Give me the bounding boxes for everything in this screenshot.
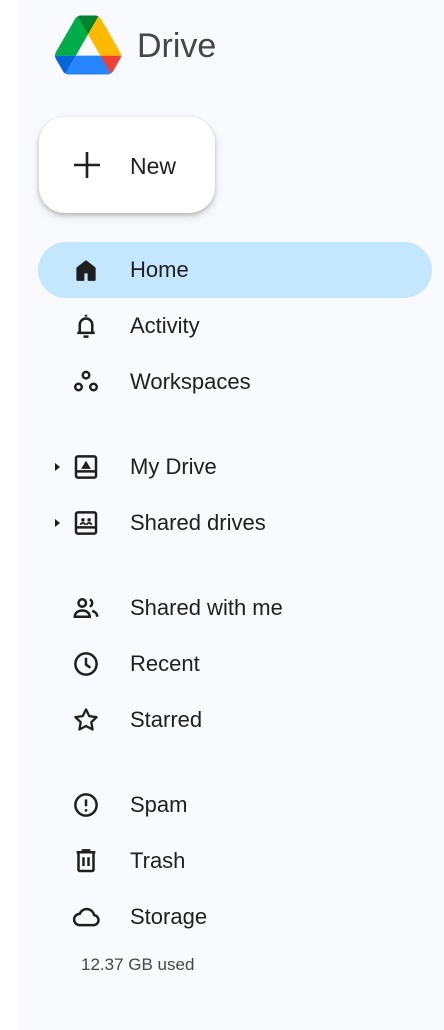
people-icon	[71, 593, 101, 623]
sidebar-item-storage[interactable]: Storage	[38, 889, 432, 945]
sidebar-item-label: Recent	[130, 651, 200, 676]
expand-arrow-icon[interactable]	[55, 463, 60, 471]
workspaces-icon	[71, 367, 101, 397]
sidebar-item-label: Home	[130, 257, 189, 282]
cloud-icon	[71, 902, 101, 932]
sidebar-item-label: Shared drives	[130, 510, 266, 535]
sidebar-item-label: Spam	[130, 792, 188, 817]
new-button-label: New	[130, 153, 177, 179]
new-button[interactable]: New	[39, 117, 215, 213]
drive-logo[interactable]	[55, 14, 121, 76]
sidebar-item-label: Storage	[130, 904, 208, 929]
sidebar-item-workspaces[interactable]: Workspaces	[38, 354, 432, 410]
sidebar-item-recent[interactable]: Recent	[38, 636, 432, 692]
sidebar-item-activity[interactable]: Activity	[38, 298, 432, 354]
sidebar-item-label: Trash	[130, 848, 186, 873]
sidebar-item-starred[interactable]: Starred	[38, 692, 432, 748]
sidebar-item-label: Shared with me	[130, 595, 283, 620]
sidebar-item-shared-with-me[interactable]: Shared with me	[38, 580, 432, 636]
spam-icon	[71, 790, 101, 820]
sidebar-item-label: My Drive	[130, 454, 217, 479]
expand-arrow-icon[interactable]	[55, 519, 60, 527]
sidebar-item-my-drive[interactable]: My Drive	[38, 439, 432, 495]
sidebar-item-spam[interactable]: Spam	[38, 777, 432, 833]
sidebar-item-label: Workspaces	[130, 369, 251, 394]
clock-icon	[71, 649, 101, 679]
sidebar-item-label: Starred	[130, 707, 203, 732]
home-icon	[71, 255, 101, 285]
sidebar-item-label: Activity	[130, 313, 200, 338]
sidebar-item-shared-drives[interactable]: Shared drives	[38, 495, 432, 551]
drive-logo-icon	[55, 15, 121, 75]
sidebar-item-trash[interactable]: Trash	[38, 833, 432, 889]
bell-icon	[71, 311, 101, 341]
shared-drives-icon	[71, 508, 101, 538]
sidebar-item-home[interactable]: Home	[38, 242, 432, 298]
plus-icon	[74, 152, 100, 178]
my-drive-icon	[71, 452, 101, 482]
app-title: Drive	[137, 27, 217, 65]
star-icon	[71, 705, 101, 735]
storage-used-text: 12.37 GB used	[81, 955, 195, 974]
trash-icon	[71, 846, 101, 876]
